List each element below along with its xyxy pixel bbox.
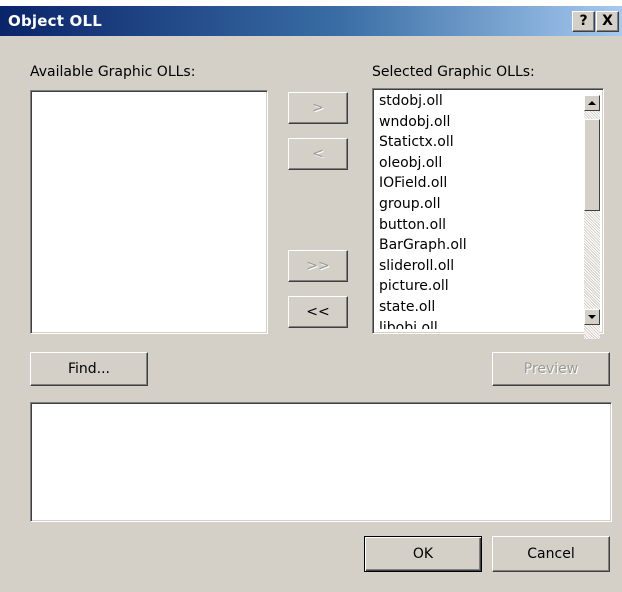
scroll-up-button[interactable] — [584, 95, 600, 111]
list-item[interactable]: group.oll — [376, 194, 581, 215]
scrollbar-thumb[interactable] — [584, 119, 600, 211]
find-button[interactable]: Find... — [30, 352, 148, 386]
list-item[interactable]: BarGraph.oll — [376, 235, 581, 256]
preview-panel — [30, 402, 612, 522]
selected-olls-list: stdobj.oll wndobj.oll Statictx.oll oleob… — [376, 91, 581, 329]
list-item[interactable]: picture.oll — [376, 276, 581, 297]
close-button[interactable]: X — [596, 11, 619, 32]
title-bar[interactable]: Object OLL ? X — [0, 6, 622, 36]
arrow-up-icon — [588, 101, 596, 105]
list-item[interactable]: libobj.oll — [376, 318, 581, 329]
dialog-title: Object OLL — [8, 12, 102, 30]
scroll-down-button[interactable] — [584, 309, 600, 325]
add-all-button[interactable]: >> — [288, 250, 348, 282]
selected-olls-listbox[interactable]: stdobj.oll wndobj.oll Statictx.oll oleob… — [372, 88, 604, 334]
add-button[interactable]: > — [288, 92, 348, 124]
list-item[interactable]: slideroll.oll — [376, 256, 581, 277]
available-olls-label: Available Graphic OLLs: — [30, 64, 196, 80]
remove-all-button[interactable]: << — [288, 296, 348, 328]
available-olls-listbox[interactable] — [30, 90, 268, 334]
cancel-button[interactable]: Cancel — [492, 536, 610, 572]
ok-button[interactable]: OK — [364, 536, 482, 572]
selected-olls-label: Selected Graphic OLLs: — [372, 64, 535, 80]
list-item[interactable]: button.oll — [376, 215, 581, 236]
list-item[interactable]: state.oll — [376, 297, 581, 318]
list-item[interactable]: stdobj.oll — [376, 91, 581, 112]
list-item[interactable]: oleobj.oll — [376, 153, 581, 174]
list-item[interactable]: wndobj.oll — [376, 112, 581, 133]
object-oll-dialog: Object OLL ? X Available Graphic OLLs: S… — [0, 6, 622, 592]
preview-button[interactable]: Preview — [492, 352, 610, 386]
list-item[interactable]: Statictx.oll — [376, 132, 581, 153]
remove-button[interactable]: < — [288, 138, 348, 170]
help-button[interactable]: ? — [572, 11, 595, 32]
list-item[interactable]: IOField.oll — [376, 173, 581, 194]
arrow-down-icon — [588, 315, 596, 319]
